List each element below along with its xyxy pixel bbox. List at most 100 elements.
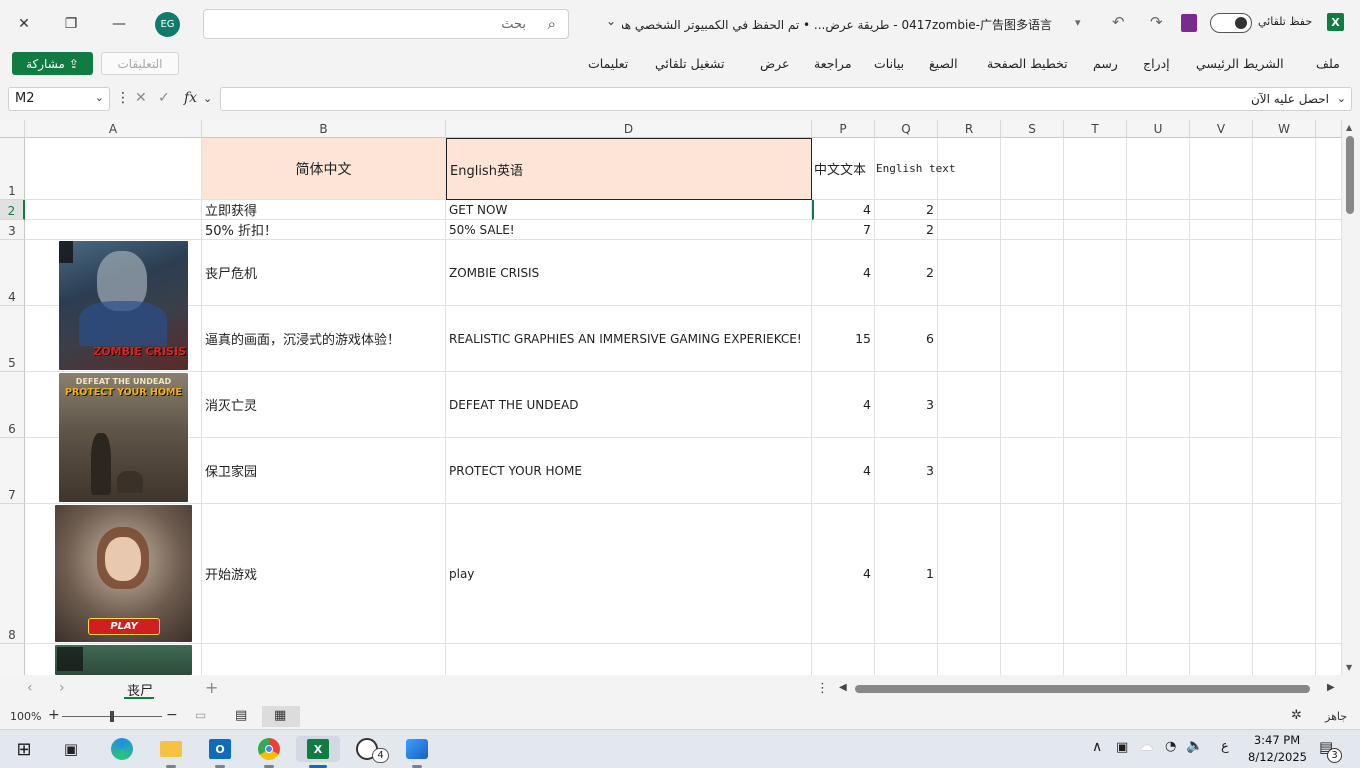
tab-help[interactable]: تعليمات (588, 56, 628, 71)
wifi-icon[interactable]: ◔ (1165, 739, 1176, 754)
column-header-v[interactable]: V (1190, 120, 1253, 138)
cell-d4[interactable]: ZOMBIE CRISIS (446, 240, 812, 306)
cell-a3[interactable] (25, 220, 202, 240)
horizontal-scroll-thumb[interactable] (855, 685, 1310, 693)
tab-data[interactable]: بيانات (874, 56, 904, 71)
task-view-icon[interactable]: ▣ (57, 736, 85, 762)
zombie-crisis-ad-image[interactable]: ZOMBIE CRISIS (59, 241, 188, 370)
cell-q7[interactable]: 3 (875, 438, 938, 504)
cell-p9[interactable] (812, 644, 875, 675)
input-language[interactable]: ع (1221, 739, 1229, 754)
cell-q3[interactable]: 2 (875, 220, 938, 240)
redo-icon[interactable]: ↷ (1150, 13, 1163, 31)
photos-icon[interactable] (403, 736, 431, 762)
more-options-icon[interactable]: ⋮ (116, 90, 130, 106)
row-header-5[interactable]: 5 (0, 306, 25, 372)
cell-p1[interactable]: 中文文本 (812, 138, 875, 200)
cell-d3[interactable]: 50% SALE! (446, 220, 812, 240)
cell-b5[interactable]: 逼真的画面，沉浸式的游戏体验！ (202, 306, 446, 372)
tab-home[interactable]: الشريط الرئيسي (1196, 56, 1284, 71)
cell-q5[interactable]: 6 (875, 306, 938, 372)
minimize-icon[interactable]: — (104, 10, 134, 38)
cell-b9[interactable] (202, 644, 446, 675)
weather-cloud-icon[interactable]: ☁ (1139, 738, 1153, 754)
name-box[interactable]: M2 ⌄ (8, 87, 110, 111)
scroll-down-icon[interactable]: ▼ (1346, 663, 1352, 672)
column-header-b[interactable]: B (202, 120, 446, 138)
cell-d6[interactable]: DEFEAT THE UNDEAD (446, 372, 812, 438)
row-header-1[interactable]: 1 (0, 138, 25, 200)
search-input[interactable]: بحث ⌕ (203, 9, 569, 39)
cell-d9[interactable] (446, 644, 812, 675)
column-header-s[interactable]: S (1001, 120, 1064, 138)
column-header-t[interactable]: T (1064, 120, 1127, 138)
vertical-scrollbar[interactable]: ▲ ▼ (1342, 120, 1360, 675)
accessibility-icon[interactable]: ✲ (1291, 708, 1302, 723)
document-title[interactable]: 0417zombie-广告图多语言 - طريقة عرض... • تم ال… (622, 16, 1052, 33)
row-header-4[interactable]: 4 (0, 240, 25, 306)
cell-b7[interactable]: 保卫家园 (202, 438, 446, 504)
cell-p2[interactable]: 4 (812, 200, 875, 220)
cell-q8[interactable]: 1 (875, 504, 938, 644)
row-header-8[interactable]: 8 (0, 504, 25, 644)
tab-automate[interactable]: تشغيل تلقائي (655, 56, 725, 71)
tab-view[interactable]: عرض (760, 56, 789, 71)
insert-function-button[interactable]: fx (184, 90, 197, 106)
enter-icon[interactable]: ✓ (158, 90, 170, 106)
scroll-left-icon[interactable]: ◀ (839, 682, 847, 693)
defeat-undead-ad-image[interactable]: DEFEAT THE UNDEAD PROTECT YOUR HOME (59, 373, 188, 502)
column-header-q[interactable]: Q (875, 120, 938, 138)
tab-draw[interactable]: رسم (1093, 56, 1118, 71)
cell-b1[interactable]: 简体中文 (202, 138, 446, 200)
cell-a1[interactable] (25, 138, 202, 200)
file-explorer-icon[interactable] (157, 736, 185, 762)
column-header-d[interactable]: D (446, 120, 812, 138)
cell-p8[interactable]: 4 (812, 504, 875, 644)
share-button[interactable]: مشاركة ⇪ (12, 52, 93, 75)
sheet-tab[interactable]: 丧尸 (116, 677, 164, 701)
zoom-level[interactable]: 100% (10, 710, 41, 723)
cancel-icon[interactable]: ✕ (135, 90, 147, 106)
volume-icon[interactable]: 🔈 (1186, 738, 1203, 754)
row-header-6[interactable]: 6 (0, 372, 25, 438)
cell-b2[interactable]: 立即获得 (202, 200, 446, 220)
scroll-up-icon[interactable]: ▲ (1346, 123, 1352, 132)
cell-p5[interactable]: 15 (812, 306, 875, 372)
show-hidden-icons-icon[interactable]: ∧ (1092, 739, 1102, 755)
add-sheet-icon[interactable]: + (205, 678, 218, 697)
row-header-2[interactable]: 2 (0, 200, 25, 220)
cell-q9[interactable] (875, 644, 938, 675)
excel-taskbar-icon[interactable]: X (296, 736, 340, 762)
scroll-right-icon[interactable]: ▶ (1327, 682, 1335, 693)
cell-d5[interactable]: REALISTIC GRAPHIES AN IMMERSIVE GAMING E… (446, 306, 812, 372)
cell-a2[interactable] (25, 200, 202, 220)
cell-d2[interactable]: GET NOW (446, 200, 812, 220)
column-header-p[interactable]: P (812, 120, 875, 138)
select-all-corner[interactable] (0, 120, 25, 138)
cell-p7[interactable]: 4 (812, 438, 875, 504)
chevron-down-icon[interactable]: ⌄ (95, 91, 104, 104)
chevron-down-icon[interactable]: ⌄ (1337, 92, 1346, 105)
cell-p3[interactable]: 7 (812, 220, 875, 240)
next-sheet-icon[interactable]: › (59, 680, 65, 696)
next-ad-image[interactable] (55, 645, 192, 675)
column-header-w[interactable]: W (1253, 120, 1316, 138)
row-header-7[interactable]: 7 (0, 438, 25, 504)
column-header-a[interactable]: A (25, 120, 202, 138)
tab-page-layout[interactable]: تخطيط الصفحة (987, 56, 1068, 71)
cell-d1[interactable]: English英语 (446, 138, 812, 200)
spreadsheet-grid[interactable]: A B D P Q R S T U V W 1 2 3 4 5 6 7 8 简体… (0, 120, 1360, 675)
vertical-scroll-thumb[interactable] (1346, 136, 1354, 214)
cell-q2[interactable]: 2 (875, 200, 938, 220)
cell-p4[interactable]: 4 (812, 240, 875, 306)
prev-sheet-icon[interactable]: ‹ (27, 680, 33, 696)
zoom-out-icon[interactable]: − (166, 707, 178, 723)
windows-start-icon[interactable]: ⊞ (10, 736, 38, 762)
formula-input[interactable]: احصل عليه الآن ⌄ (220, 87, 1352, 111)
row-header-9[interactable] (0, 644, 25, 675)
column-header-u[interactable]: U (1127, 120, 1190, 138)
chrome-icon[interactable] (255, 736, 283, 762)
restore-icon[interactable]: ❐ (56, 10, 86, 38)
cell-b6[interactable]: 消灭亡灵 (202, 372, 446, 438)
close-icon[interactable]: ✕ (9, 10, 39, 38)
